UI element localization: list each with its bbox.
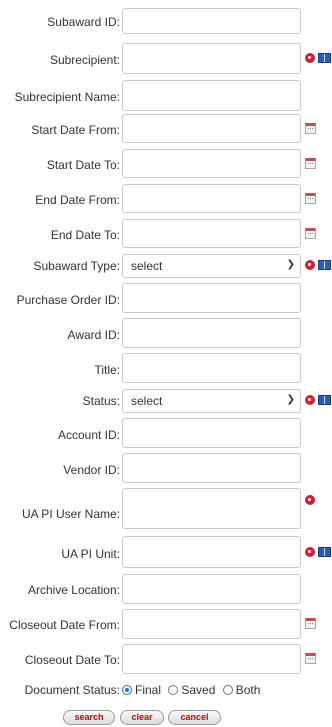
title-input[interactable] — [122, 353, 301, 383]
ua-pi-unit-input[interactable] — [122, 536, 301, 568]
subrecipient-input[interactable] — [122, 43, 301, 74]
vendor-id-label: Vendor ID: — [63, 463, 120, 477]
ua-pi-unit-lookup-icon[interactable] — [305, 547, 315, 557]
subrecipient-label: Subrecipient: — [49, 53, 120, 67]
subaward-type-lookup-icon[interactable] — [305, 260, 315, 270]
end-date-from-input[interactable] — [122, 184, 301, 213]
purchase-order-id-input[interactable] — [122, 283, 301, 313]
radio-saved[interactable] — [168, 685, 179, 695]
closeout-date-to-input[interactable] — [122, 644, 301, 674]
status-selected-value: select — [131, 394, 163, 408]
account-id-input[interactable] — [122, 418, 301, 448]
search-button[interactable]: search — [63, 710, 115, 725]
subaward-type-direct-inquiry-icon[interactable] — [318, 260, 331, 270]
start-date-from-label: Start Date From: — [31, 123, 120, 137]
ua-pi-unit-label: UA PI Unit: — [61, 547, 120, 561]
chevron-down-icon: ❯ — [286, 259, 295, 270]
clear-button[interactable]: clear — [120, 710, 164, 725]
end-date-from-calendar-icon[interactable] — [305, 193, 316, 204]
ua-pi-user-name-lookup-icon[interactable] — [305, 495, 315, 505]
account-id-label: Account ID: — [57, 428, 120, 442]
closeout-date-from-label: Closeout Date From: — [9, 618, 120, 632]
archive-location-label: Archive Location: — [27, 583, 120, 597]
closeout-date-from-calendar-icon[interactable] — [305, 618, 316, 629]
subaward-type-selected-value: select — [131, 259, 163, 273]
start-date-to-calendar-icon[interactable] — [305, 158, 316, 169]
status-lookup-icon[interactable] — [305, 395, 315, 405]
chevron-down-icon: ❯ — [286, 394, 295, 405]
cancel-button[interactable]: cancel — [168, 710, 221, 725]
status-label: Status: — [82, 394, 120, 408]
radio-both[interactable] — [222, 685, 233, 695]
start-date-to-label: Start Date To: — [46, 158, 120, 172]
start-date-from-calendar-icon[interactable] — [305, 123, 316, 134]
purchase-order-id-label: Purchase Order ID: — [16, 293, 120, 307]
vendor-id-input[interactable] — [122, 453, 301, 483]
end-date-to-calendar-icon[interactable] — [305, 228, 316, 239]
subrecipient-lookup-icon[interactable] — [305, 53, 315, 63]
subrecipient-name-label: Subrecipient Name: — [14, 90, 120, 104]
ua-pi-unit-direct-inquiry-icon[interactable] — [318, 547, 331, 557]
radio-final[interactable] — [122, 685, 132, 695]
ua-pi-user-name-input[interactable] — [122, 488, 301, 529]
archive-location-input[interactable] — [122, 574, 301, 604]
document-status-radio-group: Final Saved Both — [122, 683, 264, 697]
document-status-option-saved[interactable]: Saved — [168, 683, 215, 697]
subrecipient-name-input[interactable] — [122, 80, 301, 111]
title-label: Title: — [94, 363, 120, 377]
end-date-to-input[interactable] — [122, 219, 301, 248]
award-id-input[interactable] — [122, 318, 301, 348]
start-date-to-input[interactable] — [122, 149, 301, 178]
document-status-option-both[interactable]: Both — [222, 683, 261, 697]
radio-both-label: Both — [235, 683, 261, 697]
end-date-to-label: End Date To: — [50, 228, 120, 242]
subaward-id-label: Subaward ID: — [47, 15, 120, 29]
start-date-from-input[interactable] — [122, 114, 301, 143]
closeout-date-to-calendar-icon[interactable] — [305, 653, 316, 664]
radio-saved-label: Saved — [181, 683, 216, 697]
document-status-label: Document Status: — [24, 683, 120, 697]
end-date-from-label: End Date From: — [35, 193, 120, 207]
subrecipient-direct-inquiry-icon[interactable] — [318, 53, 331, 63]
award-id-label: Award ID: — [67, 328, 120, 342]
status-select[interactable]: select ❯ — [122, 389, 301, 413]
radio-final-label: Final — [135, 683, 162, 697]
document-status-option-final[interactable]: Final — [122, 683, 161, 697]
ua-pi-user-name-label: UA PI User Name: — [21, 507, 120, 521]
closeout-date-from-input[interactable] — [122, 609, 301, 639]
status-direct-inquiry-icon[interactable] — [318, 395, 331, 405]
subaward-id-input[interactable] — [122, 8, 301, 34]
subaward-type-label: Subaward Type: — [33, 259, 120, 273]
closeout-date-to-label: Closeout Date To: — [24, 653, 120, 667]
subaward-type-select[interactable]: select ❯ — [122, 254, 301, 278]
